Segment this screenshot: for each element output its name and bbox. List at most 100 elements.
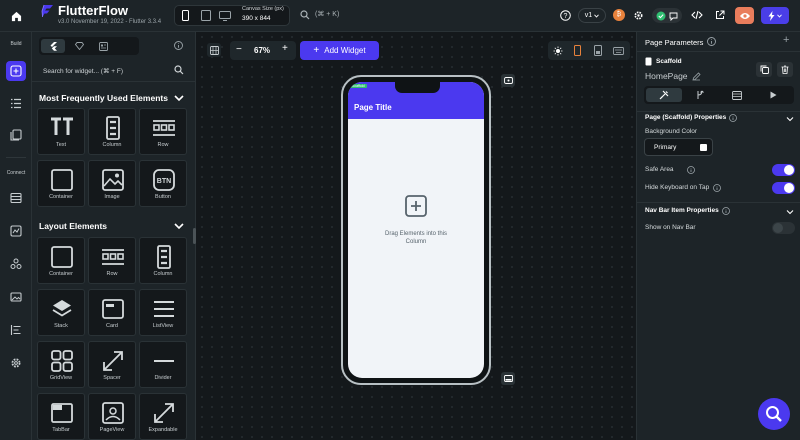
search-fab-button[interactable]	[758, 398, 790, 430]
phone-preview-button[interactable]	[571, 44, 584, 57]
widget-tile-expandable[interactable]: Expandable	[139, 393, 187, 440]
widget-tile-column[interactable]: Column	[139, 237, 187, 284]
widget-tile-card[interactable]: Card	[88, 289, 136, 336]
delete-button[interactable]	[777, 62, 793, 77]
chevron-down-icon[interactable]	[786, 209, 794, 215]
phone-icon	[574, 45, 581, 56]
widget-tile-image[interactable]: Image	[88, 160, 136, 207]
settings-button[interactable]	[631, 8, 645, 22]
device-tablet-button[interactable]	[199, 9, 212, 22]
safe-area-label: Safe Area	[645, 166, 674, 173]
scaffold-properties-title[interactable]: Page (Scaffold) Properties	[645, 114, 726, 121]
app-name: FlutterFlow	[58, 3, 129, 18]
widget-tile-button[interactable]: BTN Button	[139, 160, 187, 207]
widget-tile-stack[interactable]: Stack	[37, 289, 85, 336]
zoom-in-button[interactable]: +	[282, 43, 288, 54]
database-table-icon	[10, 192, 22, 204]
info-icon[interactable]	[729, 114, 737, 122]
widget-tile-listview[interactable]: ListView	[139, 289, 187, 336]
tab-flutter-widgets[interactable]	[41, 39, 65, 53]
version-dropdown[interactable]: v1	[578, 8, 606, 23]
widget-tile-spacer[interactable]: Spacer	[88, 341, 136, 388]
credits-coin-icon[interactable]: ₿	[613, 9, 625, 21]
rotate-device-button[interactable]	[501, 74, 515, 87]
widget-tile-text[interactable]: Text	[37, 108, 85, 155]
tab-properties[interactable]	[646, 88, 682, 102]
tab-components[interactable]	[91, 39, 115, 53]
preview-button[interactable]	[735, 7, 754, 24]
widget-tile-row[interactable]: Row	[88, 237, 136, 284]
duplicate-button[interactable]	[756, 62, 772, 77]
device-phone-button[interactable]	[179, 9, 192, 22]
keyboard-icon	[613, 46, 624, 55]
info-icon[interactable]	[722, 207, 730, 215]
search-shortcut[interactable]: (⌘ + K)	[315, 10, 339, 18]
section-title-layout[interactable]: Layout Elements	[39, 221, 107, 231]
widget-tile-tabbar[interactable]: TabBar	[37, 393, 85, 440]
help-button[interactable]: ?	[558, 8, 572, 22]
tab-animations[interactable]	[755, 88, 791, 102]
chevron-down-icon[interactable]	[174, 94, 184, 102]
light-mode-button[interactable]	[551, 44, 564, 57]
widget-search-bar[interactable]: Search for widget... (⌘ + F)	[32, 60, 196, 82]
rail-widget-palette-button[interactable]	[6, 61, 26, 81]
widget-tile-column[interactable]: Column	[88, 108, 136, 155]
rail-pages-button[interactable]	[6, 125, 26, 145]
rail-settings-button[interactable]	[6, 353, 26, 373]
navbar-properties-title[interactable]: Nav Bar Item Properties	[645, 207, 719, 214]
page-scaffold[interactable]: Scaffold Page Title Drag Elements into t…	[348, 82, 484, 378]
widget-tile-container[interactable]: Container	[37, 237, 85, 284]
open-new-window-button[interactable]	[713, 8, 727, 22]
chevron-down-icon[interactable]	[174, 222, 184, 230]
add-widget-button[interactable]: + Add Widget	[300, 41, 379, 60]
zoom-level[interactable]: 67%	[254, 46, 270, 55]
tile-label: GridView	[49, 375, 73, 381]
home-button[interactable]	[0, 0, 32, 32]
chevron-down-icon[interactable]	[786, 116, 794, 122]
rail-widget-tree-button[interactable]	[6, 93, 26, 113]
design-canvas[interactable]: − 67% + + Add Widget Scaffold Page Title…	[197, 32, 636, 440]
panel-scrollbar[interactable]	[193, 228, 196, 244]
info-icon[interactable]	[713, 184, 721, 192]
section-title-frequent[interactable]: Most Frequently Used Elements	[39, 93, 168, 103]
search-icon[interactable]	[300, 10, 310, 20]
code-view-button[interactable]	[690, 8, 704, 22]
rail-data-schema-button[interactable]	[6, 188, 26, 208]
tab-templates[interactable]	[67, 39, 91, 53]
run-button[interactable]	[761, 7, 789, 24]
tab-actions[interactable]	[683, 88, 719, 102]
rail-integrations-button[interactable]	[6, 254, 26, 274]
flow-list-icon	[10, 325, 21, 335]
zoom-out-button[interactable]: −	[236, 44, 242, 55]
add-parameter-button[interactable]: +	[783, 34, 789, 46]
hide-keyboard-toggle[interactable]	[772, 182, 795, 194]
page-name[interactable]: HomePage	[645, 71, 688, 81]
widget-tile-divider[interactable]: Divider	[139, 341, 187, 388]
edit-pencil-icon[interactable]	[692, 72, 701, 81]
app-bar-title[interactable]: Page Title	[354, 103, 392, 112]
widget-tile-gridview[interactable]: GridView	[37, 341, 85, 388]
keyboard-button[interactable]	[612, 44, 625, 57]
rail-api-calls-button[interactable]	[6, 221, 26, 241]
info-icon[interactable]	[687, 166, 695, 174]
safe-area-toggle[interactable]	[772, 164, 795, 176]
show-navbar-toggle[interactable]	[772, 222, 795, 234]
canvas-grid-toggle[interactable]	[207, 43, 221, 57]
device-frame-button[interactable]	[591, 44, 604, 57]
widget-tile-row[interactable]: Row	[139, 108, 187, 155]
info-icon[interactable]	[707, 37, 716, 46]
flutter-logo-icon	[50, 41, 57, 51]
canvas-size-value[interactable]: 390 x 844	[242, 15, 271, 22]
widget-tile-pageview[interactable]: PageView	[88, 393, 136, 440]
collaboration-pill[interactable]	[652, 8, 682, 23]
widget-search-input[interactable]: Search for widget... (⌘ + F)	[43, 67, 123, 75]
widget-tile-container[interactable]: Container	[37, 160, 85, 207]
help-icon: ?	[559, 9, 571, 21]
background-color-picker[interactable]: Primary	[644, 138, 713, 156]
toggle-navbar-preview-button[interactable]	[501, 372, 515, 385]
tab-backend-query[interactable]	[719, 88, 755, 102]
info-icon[interactable]	[174, 41, 183, 50]
device-desktop-button[interactable]	[218, 9, 231, 22]
rail-media-assets-button[interactable]	[6, 287, 26, 307]
rail-app-flow-button[interactable]	[6, 320, 26, 340]
